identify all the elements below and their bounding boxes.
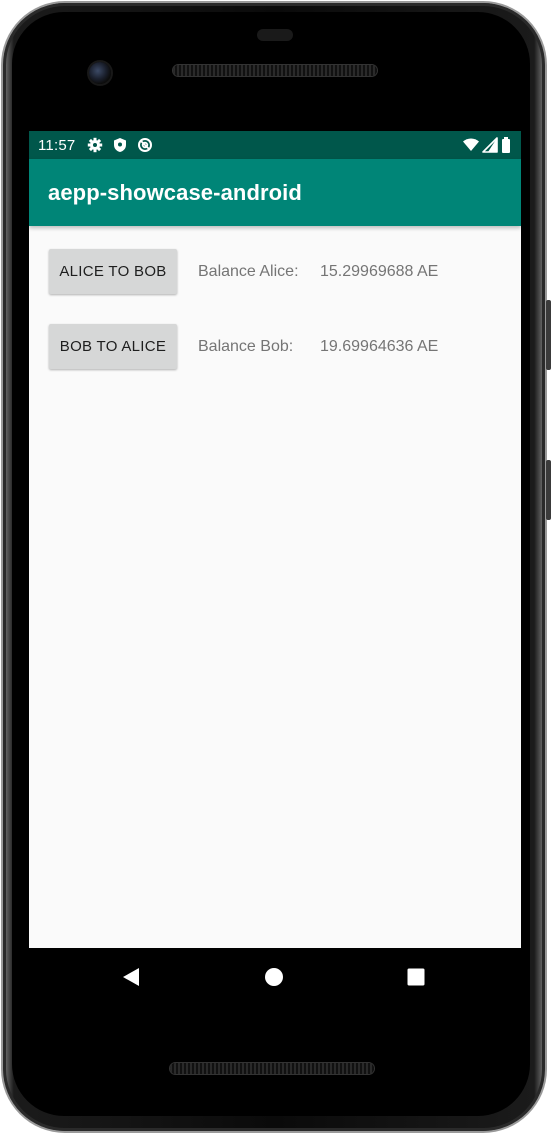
wifi-icon bbox=[463, 137, 479, 153]
power-button bbox=[546, 460, 551, 520]
navigation-bar bbox=[29, 948, 521, 1006]
earpiece bbox=[257, 29, 293, 41]
recents-icon[interactable] bbox=[404, 965, 428, 989]
balance-bob-label: Balance Bob: bbox=[198, 337, 294, 355]
main-content: ALICE TO BOB Balance Alice: 15.29969688 … bbox=[29, 226, 521, 369]
transfer-row-alice: ALICE TO BOB Balance Alice: 15.29969688 … bbox=[29, 249, 521, 294]
settings-icon bbox=[87, 137, 103, 153]
back-icon[interactable] bbox=[119, 965, 143, 989]
status-bar: 11:57 bbox=[29, 131, 521, 159]
battery-icon bbox=[501, 137, 511, 153]
app-bar: aepp-showcase-android bbox=[29, 159, 521, 226]
status-left: 11:57 bbox=[38, 137, 153, 154]
balance-alice-label: Balance Alice: bbox=[198, 262, 299, 280]
front-camera bbox=[89, 62, 111, 84]
top-speaker-grille bbox=[173, 65, 377, 76]
volume-button bbox=[546, 300, 551, 370]
bottom-speaker-grille bbox=[170, 1063, 374, 1074]
home-icon[interactable] bbox=[262, 965, 286, 989]
phone-screen: 11:57 aepp-showcase-android ALICE TO BOB… bbox=[29, 131, 521, 948]
status-time: 11:57 bbox=[38, 136, 76, 154]
shield-icon bbox=[112, 137, 128, 153]
status-right bbox=[463, 137, 511, 153]
bob-to-alice-button[interactable]: BOB TO ALICE bbox=[49, 324, 177, 369]
app-title: aepp-showcase-android bbox=[48, 179, 302, 205]
transfer-row-bob: BOB TO ALICE Balance Bob: 19.69964636 AE bbox=[29, 324, 521, 369]
alice-to-bob-button[interactable]: ALICE TO BOB bbox=[49, 249, 177, 294]
sync-disabled-icon bbox=[137, 137, 153, 153]
balance-bob-value: 19.69964636 AE bbox=[320, 337, 439, 355]
balance-alice-value: 15.29969688 AE bbox=[320, 262, 439, 280]
cell-signal-icon bbox=[482, 137, 498, 153]
